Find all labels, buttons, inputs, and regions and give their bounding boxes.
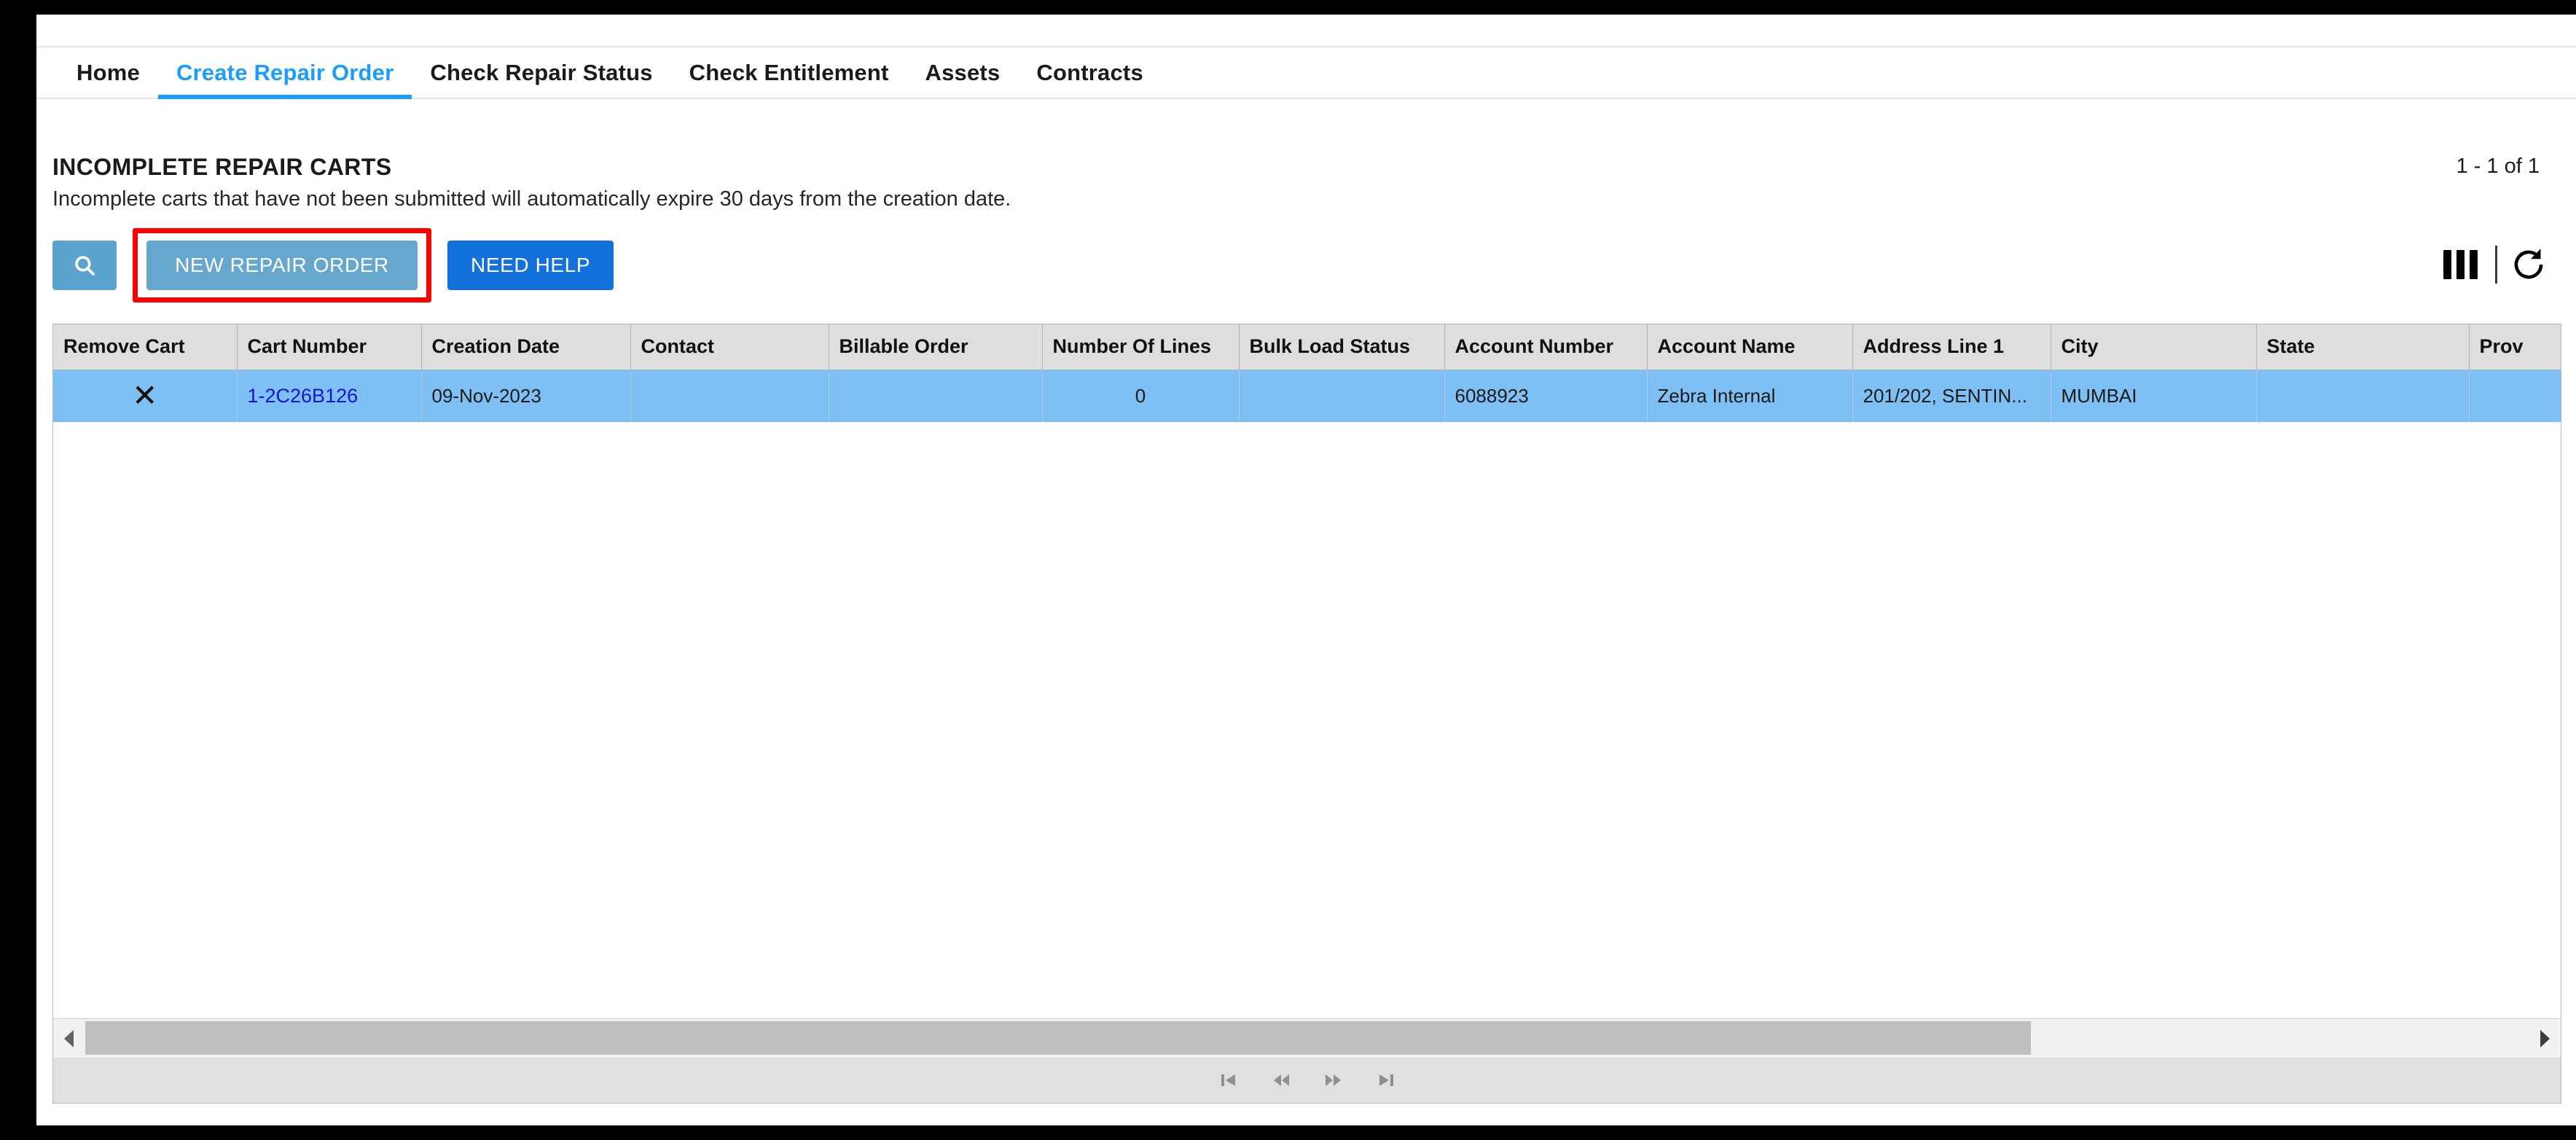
column-header-state[interactable]: State	[2256, 324, 2470, 370]
scroll-left-arrow-icon[interactable]	[53, 1019, 85, 1058]
cart-number-link[interactable]: 1-2C26B126	[248, 385, 359, 407]
horizontal-scrollbar[interactable]	[53, 1018, 2561, 1058]
column-header-address-line-1[interactable]: Address Line 1	[1852, 324, 2051, 370]
grid-pager	[53, 1058, 2561, 1103]
new-repair-order-highlight: NEW REPAIR ORDER	[133, 228, 431, 302]
nav-tab-assets[interactable]: Assets	[907, 47, 1019, 98]
record-count: 1 - 1 of 1	[2456, 155, 2540, 178]
cell-address-line-1: 201/202, SENTIN...	[1852, 370, 2051, 422]
nav-tab-label: Check Entitlement	[689, 59, 889, 85]
nav-tab-contracts[interactable]: Contracts	[1018, 47, 1162, 98]
cell-account-name: Zebra Internal	[1647, 370, 1853, 422]
columns-icon[interactable]	[2439, 250, 2482, 279]
nav-tab-label: Check Repair Status	[430, 59, 653, 85]
cell-prov	[2469, 370, 2561, 422]
nav-tab-label: Home	[77, 59, 140, 85]
cell-state	[2256, 370, 2470, 422]
grid-scroll-area: Remove Cart Cart Number Creation Date Co…	[53, 324, 2561, 1018]
table-header-row: Remove Cart Cart Number Creation Date Co…	[53, 324, 2561, 370]
page-title: INCOMPLETE REPAIR CARTS	[52, 154, 392, 180]
cell-city: MUMBAI	[2051, 370, 2257, 422]
nav-tab-label: Contracts	[1036, 59, 1143, 85]
cell-cart-number: 1-2C26B126	[237, 370, 422, 422]
nav-tab-create-repair-order[interactable]: Create Repair Order	[157, 47, 412, 99]
cell-creation-date: 09-Nov-2023	[421, 370, 631, 422]
column-header-creation-date[interactable]: Creation Date	[421, 324, 631, 370]
scroll-right-arrow-icon[interactable]	[2529, 1019, 2561, 1058]
new-repair-order-button[interactable]: NEW REPAIR ORDER	[146, 241, 418, 290]
first-page-icon[interactable]	[1216, 1068, 1241, 1093]
columns-icon-bar	[2443, 250, 2451, 279]
column-header-remove-cart[interactable]: Remove Cart	[53, 324, 238, 370]
nav-tab-home[interactable]: Home	[58, 47, 158, 98]
application-page: Home Create Repair Order Check Repair St…	[36, 15, 2576, 1125]
columns-icon-bar	[2456, 250, 2465, 279]
nav-tab-label: Create Repair Order	[176, 59, 394, 85]
table-row[interactable]: ✕ 1-2C26B126 09-Nov-2023 0 6088923 Zebra…	[53, 370, 2561, 422]
column-header-contact[interactable]: Contact	[630, 324, 829, 370]
nav-tab-label: Assets	[925, 59, 1001, 85]
previous-page-icon[interactable]	[1269, 1068, 1293, 1093]
horizontal-scrollbar-track[interactable]	[85, 1019, 2529, 1058]
screen-background: Home Create Repair Order Check Repair St…	[0, 0, 2576, 1140]
main-navigation: Home Create Repair Order Check Repair St…	[36, 46, 2576, 99]
nav-tab-check-repair-status[interactable]: Check Repair Status	[412, 47, 670, 98]
column-header-cart-number[interactable]: Cart Number	[237, 324, 422, 370]
column-header-billable-order[interactable]: Billable Order	[829, 324, 1043, 370]
column-header-number-of-lines[interactable]: Number Of Lines	[1042, 324, 1240, 370]
cell-number-of-lines: 0	[1042, 370, 1240, 422]
cell-bulk-load-status	[1239, 370, 1445, 422]
column-header-city[interactable]: City	[2051, 324, 2257, 370]
cell-account-number: 6088923	[1444, 370, 1648, 422]
toolbar-divider	[2495, 246, 2497, 284]
incomplete-carts-grid: Remove Cart Cart Number Creation Date Co…	[52, 324, 2561, 1104]
cell-remove-cart: ✕	[53, 370, 238, 422]
remove-cart-icon[interactable]: ✕	[132, 380, 157, 411]
carts-table: Remove Cart Cart Number Creation Date Co…	[53, 324, 2561, 422]
nav-tab-check-entitlement[interactable]: Check Entitlement	[671, 47, 907, 98]
column-header-account-name[interactable]: Account Name	[1647, 324, 1853, 370]
action-toolbar: NEW REPAIR ORDER NEED HELP	[52, 228, 614, 302]
search-icon	[72, 253, 97, 278]
search-button[interactable]	[52, 241, 117, 290]
need-help-button[interactable]: NEED HELP	[447, 241, 614, 290]
page-heading-block: INCOMPLETE REPAIR CARTS Incomplete carts…	[52, 153, 1011, 211]
page-subtitle: Incomplete carts that have not been subm…	[52, 187, 1011, 211]
last-page-icon[interactable]	[1374, 1068, 1398, 1093]
cell-billable-order	[829, 370, 1043, 422]
grid-tools	[2439, 242, 2547, 287]
next-page-icon[interactable]	[1321, 1068, 1346, 1093]
column-header-account-number[interactable]: Account Number	[1444, 324, 1648, 370]
columns-icon-bar	[2470, 250, 2478, 279]
column-header-bulk-load-status[interactable]: Bulk Load Status	[1239, 324, 1445, 370]
horizontal-scrollbar-thumb[interactable]	[85, 1020, 2031, 1055]
column-header-prov[interactable]: Prov	[2469, 324, 2561, 370]
refresh-icon[interactable]	[2510, 246, 2547, 283]
cell-contact	[630, 370, 829, 422]
